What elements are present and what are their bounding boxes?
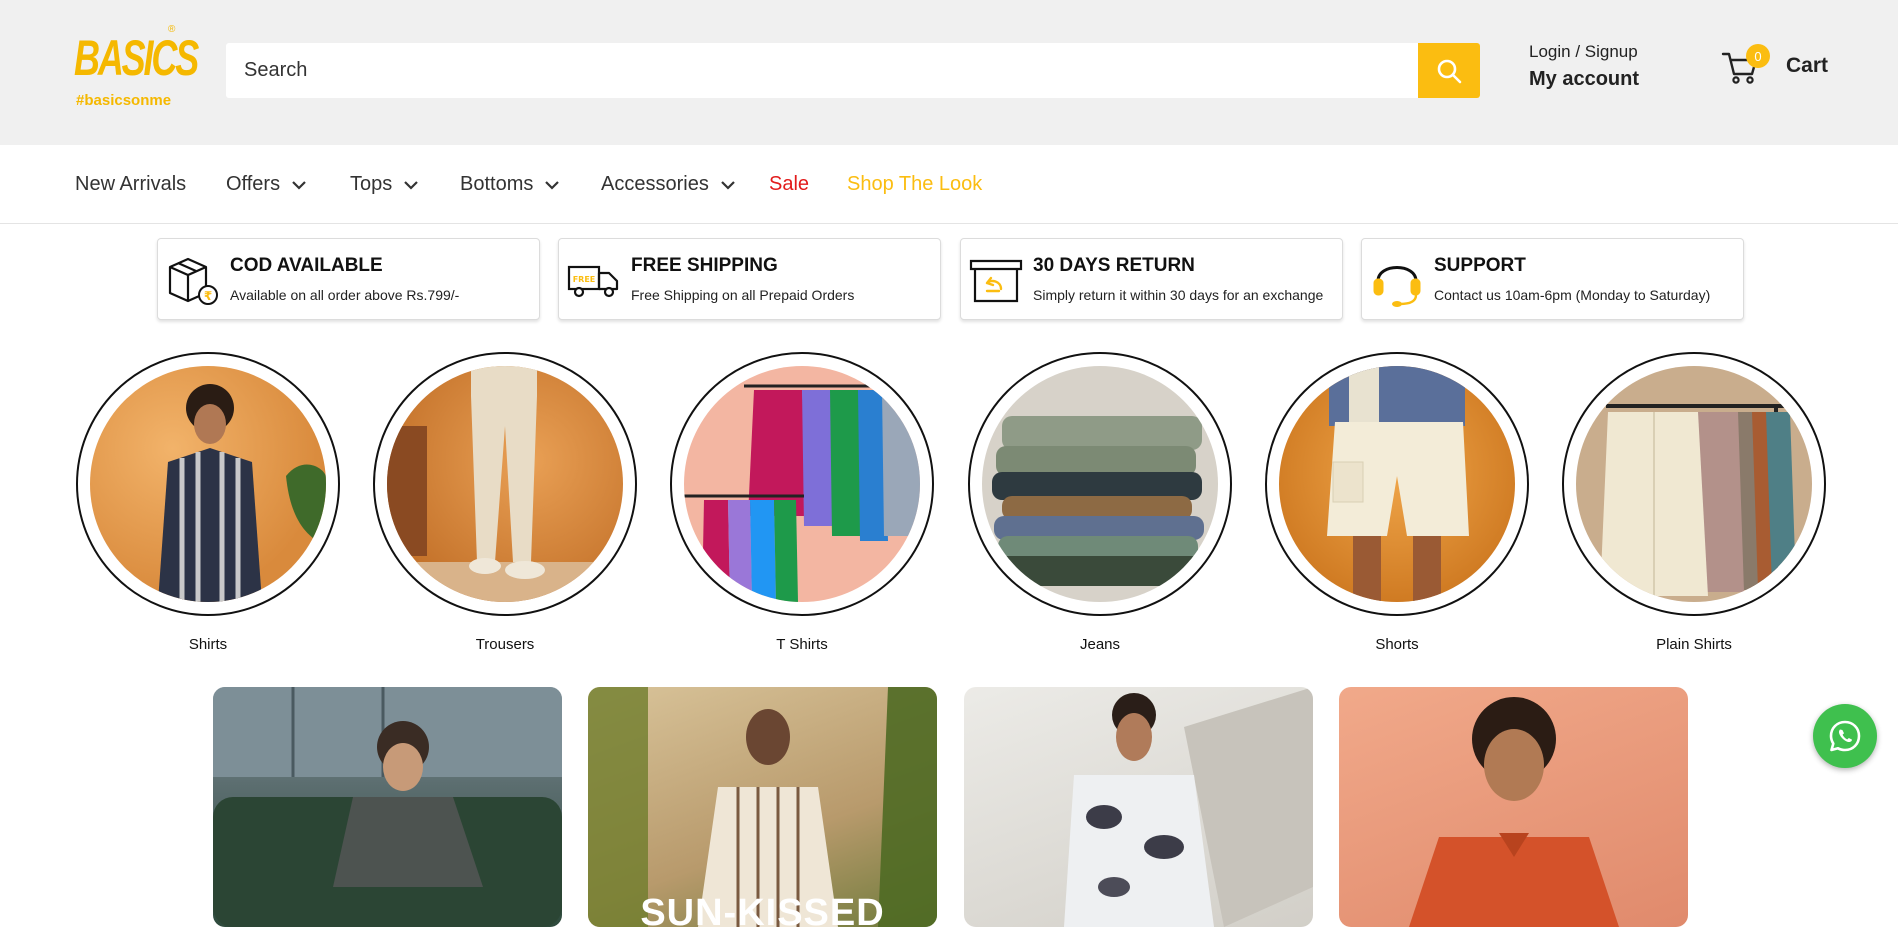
nav-new-arrivals[interactable]: New Arrivals: [75, 173, 186, 196]
logo-wordmark: BASICS: [74, 30, 199, 86]
category-image: [1279, 366, 1515, 602]
feature-30-days-return: 30 DAYS RETURN Simply return it within 3…: [960, 238, 1343, 320]
category-plain-shirts[interactable]: Plain Shirts: [1562, 352, 1826, 653]
feature-title: FREE SHIPPING: [631, 255, 778, 276]
login-signup-link[interactable]: Login / Signup: [1529, 42, 1639, 62]
search-button[interactable]: [1418, 43, 1480, 98]
nav-tops[interactable]: Tops: [350, 173, 419, 196]
feature-subtitle: Available on all order above Rs.799/-: [230, 287, 460, 303]
nav-sale[interactable]: Sale: [769, 173, 809, 196]
nav-label: Bottoms: [460, 173, 534, 195]
category-jeans[interactable]: Jeans: [968, 352, 1232, 653]
category-label: Jeans: [1079, 636, 1121, 653]
logo-registered-mark: ®: [168, 24, 176, 35]
category-image-frame: [968, 352, 1232, 616]
category-label: T Shirts: [776, 636, 828, 653]
nav-shop-the-look[interactable]: Shop The Look: [847, 173, 982, 196]
account-menu[interactable]: Login / Signup My account: [1529, 42, 1639, 91]
feature-subtitle: Contact us 10am-6pm (Monday to Saturday): [1434, 287, 1711, 303]
nav-label: New Arrivals: [75, 173, 187, 195]
chevron-down-icon: [721, 180, 735, 190]
feature-support: SUPPORT Contact us 10am-6pm (Monday to S…: [1361, 238, 1744, 320]
feature-subtitle: Free Shipping on all Prepaid Orders: [631, 287, 855, 303]
promo-banner[interactable]: [1339, 687, 1688, 927]
site-header: BASICS ® #basicsonme Login / Signup My a…: [0, 0, 1898, 145]
banner-image: [1064, 687, 1313, 927]
promo-banner[interactable]: [964, 687, 1313, 927]
feature-title: 30 DAYS RETURN: [1033, 255, 1195, 276]
category-image-frame: [373, 352, 637, 616]
category-image: [1576, 366, 1812, 602]
brand-logo[interactable]: BASICS ® #basicsonme: [74, 24, 199, 114]
feature-free-shipping: FREE FREE SHIPPING Free Shipping on all …: [558, 238, 941, 320]
chevron-down-icon: [545, 180, 560, 190]
category-image-frame: [1265, 352, 1529, 616]
chevron-down-icon: [404, 180, 419, 190]
category-image: [387, 366, 623, 602]
nav-accessories[interactable]: Accessories: [601, 173, 735, 196]
banner-image: [213, 687, 562, 927]
feature-subtitle: Simply return it within 30 days for an e…: [1033, 287, 1324, 303]
category-image: [684, 366, 920, 602]
nav-label: Offers: [226, 173, 281, 195]
chevron-down-icon: [292, 180, 306, 190]
whatsapp-icon: [1829, 720, 1861, 752]
main-navigation: New Arrivals Offers Tops Bottoms Accesso…: [0, 145, 1898, 224]
category-image-frame: [76, 352, 340, 616]
feature-title: SUPPORT: [1434, 255, 1526, 276]
cart-button[interactable]: 0 Cart: [1720, 44, 1829, 86]
cod-box-icon: ₹: [168, 257, 218, 305]
return-box-icon: [969, 259, 1023, 303]
whatsapp-chat-button[interactable]: [1813, 704, 1877, 768]
nav-bottoms[interactable]: Bottoms: [460, 173, 560, 196]
banner-image: [588, 687, 937, 927]
search-bar: [226, 43, 1480, 98]
nav-offers[interactable]: Offers: [226, 173, 306, 196]
search-icon: [1437, 59, 1462, 83]
promo-banner[interactable]: SUN-KISSED: [588, 687, 937, 927]
svg-text:₹: ₹: [204, 289, 212, 303]
category-image: [90, 366, 326, 602]
category-label: Shirts: [188, 636, 228, 653]
search-input[interactable]: [226, 43, 1418, 98]
nav-label: Accessories: [601, 173, 709, 195]
my-account-link[interactable]: My account: [1529, 68, 1639, 91]
headset-icon: [1373, 266, 1421, 307]
category-label: Plain Shirts: [1656, 636, 1732, 653]
delivery-truck-icon: FREE: [567, 265, 619, 298]
nav-label: Sale: [769, 173, 810, 195]
banner-image: [1409, 697, 1619, 927]
category-t-shirts[interactable]: T Shirts: [670, 352, 934, 653]
banner-title: SUN-KISSED: [640, 892, 885, 927]
cart-count-badge: 0: [1746, 44, 1770, 68]
category-shorts[interactable]: Shorts: [1265, 352, 1529, 653]
promo-banner[interactable]: [213, 687, 562, 927]
category-label: Trousers: [475, 636, 535, 653]
category-image-frame: [670, 352, 934, 616]
svg-text:FREE: FREE: [573, 275, 596, 284]
category-shirts[interactable]: Shirts: [76, 352, 340, 653]
category-image: [982, 366, 1218, 602]
cart-label: Cart: [1786, 54, 1829, 77]
category-image-frame: [1562, 352, 1826, 616]
category-label: Shorts: [1375, 636, 1419, 653]
cart-icon: 0: [1720, 44, 1770, 86]
feature-title: COD AVAILABLE: [230, 255, 383, 276]
feature-cod: ₹ COD AVAILABLE Available on all order a…: [157, 238, 540, 320]
logo-tagline: #basicsonme: [76, 92, 172, 109]
category-trousers[interactable]: Trousers: [373, 352, 637, 653]
nav-label: Shop The Look: [847, 173, 983, 195]
nav-label: Tops: [350, 173, 393, 195]
